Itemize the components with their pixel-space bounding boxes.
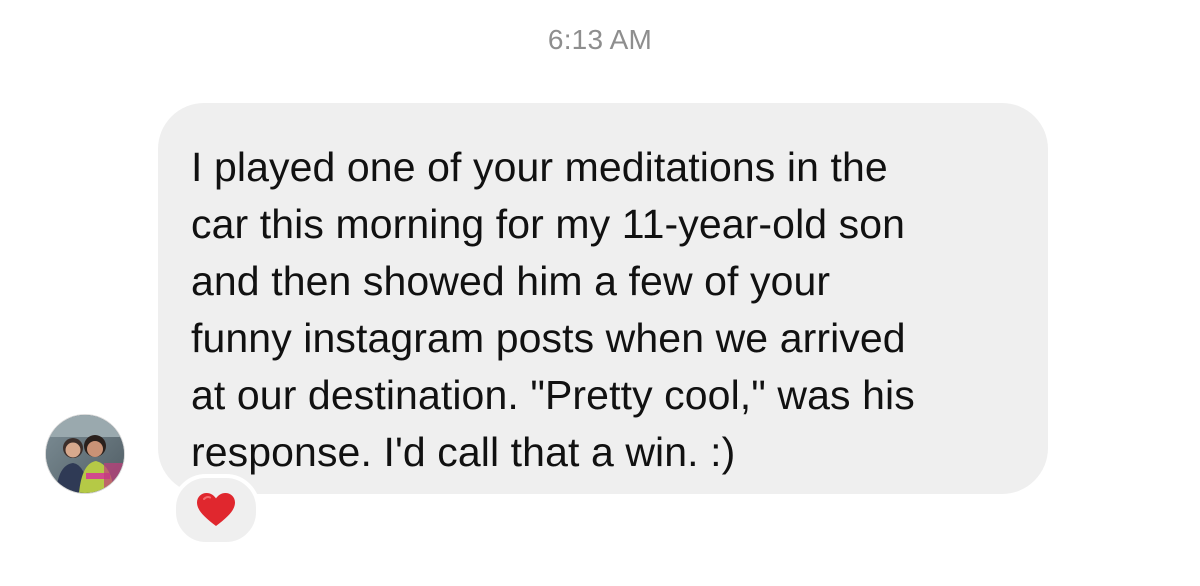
message-text: I played one of your meditations in the …	[191, 144, 915, 475]
reaction-badge[interactable]	[172, 474, 260, 546]
message-bubble[interactable]: I played one of your meditations in the …	[158, 103, 1048, 494]
red-heart-icon	[197, 493, 235, 526]
avatar-photo-icon	[46, 415, 124, 493]
incoming-message-row: I played one of your meditations in the …	[0, 0, 1200, 586]
sender-avatar[interactable]	[46, 415, 124, 493]
